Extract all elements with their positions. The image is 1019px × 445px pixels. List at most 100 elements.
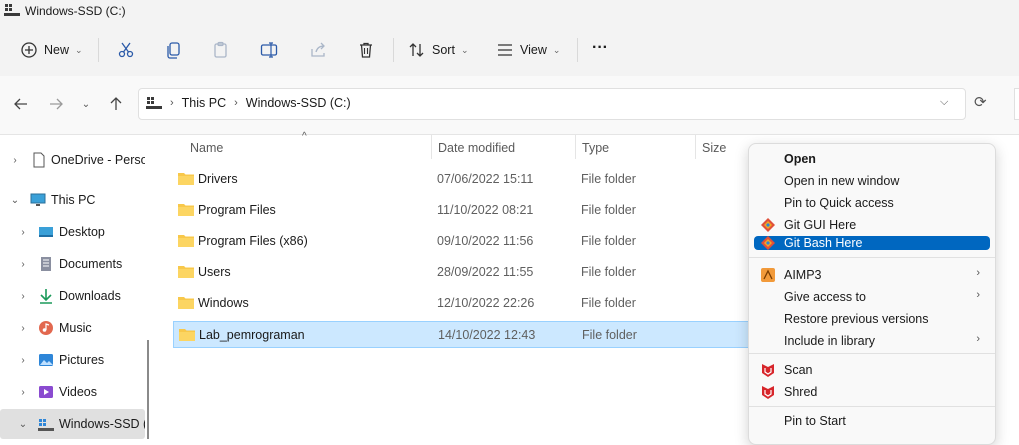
menu-item-git-bash[interactable]: Git Bash Here [754,236,990,250]
table-row-selected[interactable]: Lab_pemrograman 14/10/2022 12:43 File fo… [173,321,749,348]
rename-button[interactable] [260,34,278,66]
column-divider[interactable] [695,135,696,159]
chevron-right-icon[interactable]: › [18,259,28,270]
sidebar-item-label: Desktop [59,225,105,239]
chevron-right-icon[interactable]: › [10,155,20,166]
folder-icon [178,266,194,278]
sidebar-item-desktop[interactable]: › Desktop [0,217,145,247]
menu-item-shred[interactable]: Shred [754,381,990,403]
menu-item-include-library[interactable]: Include in library › [754,330,990,352]
column-divider[interactable] [575,135,576,159]
menu-item-label: Open in new window [784,174,900,188]
sidebar-item-documents[interactable]: › Documents [0,249,145,279]
menu-item-restore-versions[interactable]: Restore previous versions [754,308,990,330]
chevron-right-icon[interactable]: › [18,323,28,334]
aimp-icon [761,268,775,282]
menu-item-aimp3[interactable]: AIMP3 › [754,264,990,286]
file-name: Program Files (x86) [198,234,308,248]
chevron-right-icon[interactable]: › [18,227,28,238]
divider [0,134,1019,135]
folder-icon [178,204,194,216]
cut-button[interactable] [117,34,135,66]
pictures-icon [39,354,53,366]
column-divider[interactable] [431,135,432,159]
menu-item-scan[interactable]: Scan [754,359,990,381]
address-history-dropdown[interactable]: ⌵ [940,96,948,109]
sidebar-item-music[interactable]: › Music [0,313,145,343]
sidebar-item-label: Videos [59,385,97,399]
documents-icon [41,257,51,271]
table-row[interactable]: Program Files (x86) 09/10/2022 11:56 Fil… [173,228,749,255]
plus-circle-icon [21,42,37,58]
chevron-right-icon: › [170,97,174,109]
refresh-button[interactable]: ⟳ [974,95,990,111]
window-title: Windows-SSD (C:) [25,4,126,18]
toolbar-separator [577,38,578,62]
menu-item-pin-quick-access[interactable]: Pin to Quick access [754,192,990,214]
delete-button[interactable] [357,34,375,66]
more-options-button[interactable]: ··· [592,32,608,64]
recent-locations-button[interactable]: ⌄ [76,94,96,114]
mcafee-icon [762,386,774,399]
file-name: Users [198,265,231,279]
file-name: Program Files [198,203,276,217]
sidebar-item-downloads[interactable]: › Downloads [0,281,145,311]
forward-button[interactable] [46,94,66,114]
sort-button[interactable]: Sort ⌄ [408,34,468,66]
chevron-right-icon[interactable]: › [18,291,28,302]
cut-icon [118,42,134,58]
sidebar-item-label: Windows-SSD ( [59,417,145,431]
folder-icon [178,235,194,247]
sidebar-item-onedrive[interactable]: › OneDrive - Perso [0,145,145,175]
chevron-down-icon: ⌄ [460,44,469,55]
view-button[interactable]: View ⌄ [496,34,560,66]
column-header-date[interactable]: Date modified [438,141,515,155]
git-icon [761,218,775,232]
sidebar-item-windows-ssd[interactable]: ⌄ Windows-SSD ( [0,409,145,439]
menu-item-give-access[interactable]: Give access to › [754,286,990,308]
sidebar-item-label: OneDrive - Perso [51,153,145,167]
table-row[interactable]: Windows 12/10/2022 22:26 File folder [173,290,749,317]
mcafee-icon [762,364,774,377]
sidebar-item-label: Music [59,321,92,335]
copy-button[interactable] [165,34,183,66]
breadcrumb-this-pc[interactable]: This PC [182,96,226,110]
sidebar-scrollbar[interactable] [147,340,149,439]
table-row[interactable]: Users 28/09/2022 11:55 File folder [173,259,749,286]
new-button[interactable]: New ⌄ [20,34,83,66]
folder-icon [179,329,195,341]
table-row[interactable]: Program Files 11/10/2022 08:21 File fold… [173,197,749,224]
menu-item-open[interactable]: Open [754,148,990,170]
column-header-name[interactable]: Name [190,141,223,155]
chevron-down-icon[interactable]: ⌄ [10,195,20,206]
menu-item-open-new-window[interactable]: Open in new window [754,170,990,192]
search-input[interactable] [1014,88,1019,120]
column-header-type[interactable]: Type [582,141,609,155]
chevron-right-icon: › [234,97,238,109]
folder-icon [178,173,194,185]
up-button[interactable] [106,94,126,114]
sort-ascending-icon: ^ [302,131,307,142]
back-button[interactable] [11,94,31,114]
menu-item-label: Git GUI Here [784,218,857,232]
column-header-size[interactable]: Size [702,141,726,155]
breadcrumb-drive[interactable]: Windows-SSD (C:) [246,96,351,110]
sidebar-item-pictures[interactable]: › Pictures [0,345,145,375]
paste-button[interactable] [212,34,230,66]
menu-item-label: AIMP3 [784,268,822,282]
menu-item-label: Shred [784,385,818,399]
chevron-right-icon[interactable]: › [18,387,28,398]
sidebar-item-videos[interactable]: › Videos [0,377,145,407]
table-row[interactable]: Drivers 07/06/2022 15:11 File folder [173,166,749,193]
arrow-right-icon [50,98,63,110]
menu-item-git-gui[interactable]: Git GUI Here [754,214,990,236]
sidebar-item-label: This PC [51,193,96,207]
share-button[interactable] [309,34,327,66]
context-menu: Open Open in new window Pin to Quick acc… [748,143,996,445]
download-icon [40,289,52,304]
menu-item-pin-start[interactable]: Pin to Start [754,410,990,432]
menu-item-label: Git Bash Here [784,236,863,250]
chevron-right-icon[interactable]: › [18,355,28,366]
sidebar-item-this-pc[interactable]: ⌄ This PC [0,185,145,215]
chevron-down-icon[interactable]: ⌄ [18,419,28,430]
